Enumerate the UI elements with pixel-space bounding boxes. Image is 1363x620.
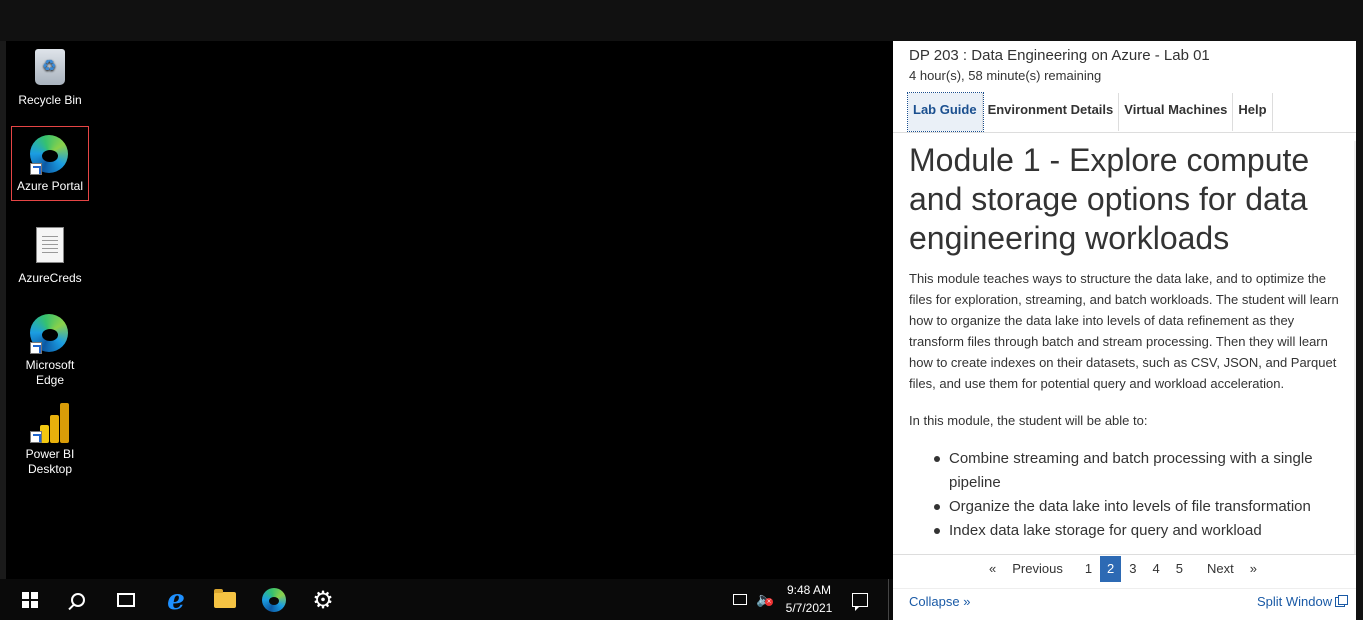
task-view-button[interactable]	[102, 579, 150, 620]
clock-date: 5/7/2021	[785, 601, 833, 615]
desktop-icon-label: Azure Portal	[16, 179, 84, 193]
page-1-button[interactable]: 1	[1077, 556, 1100, 582]
internet-explorer-icon: e	[167, 583, 185, 616]
edge-taskbar-button[interactable]	[250, 579, 298, 620]
page-4-button[interactable]: 4	[1145, 556, 1168, 582]
desktop-icon-label: AzureCreds	[18, 271, 82, 285]
lab-title: DP 203 : Data Engineering on Azure - Lab…	[909, 47, 1210, 64]
shortcut-arrow-icon	[30, 163, 42, 175]
task-view-icon	[117, 592, 135, 607]
volume-tray-button[interactable]: 🔈×	[756, 579, 773, 620]
desktop-icon-label: Microsoft Edge	[25, 358, 75, 387]
desktop-icon-label: Power BI Desktop	[25, 447, 75, 476]
tab-virtual-machines[interactable]: Virtual Machines	[1119, 93, 1234, 131]
lab-guide-panel: DP 203 : Data Engineering on Azure - Lab…	[893, 41, 1363, 620]
module-intro: This module teaches ways to structure th…	[909, 271, 1339, 391]
taskbar-divider	[888, 579, 889, 620]
window-edge	[1356, 41, 1363, 620]
desktop-icon-power-bi-desktop[interactable]: Power BI Desktop	[12, 403, 88, 477]
search-icon	[71, 592, 85, 607]
desktop-icon-microsoft-edge[interactable]: Microsoft Edge	[12, 314, 88, 388]
pager-divider	[893, 554, 1356, 555]
split-window-label: Split Window	[1257, 594, 1333, 609]
volume-muted-icon: 🔈×	[756, 592, 773, 608]
tabs-divider	[893, 132, 1356, 133]
settings-gear-icon: ⚙	[312, 585, 334, 614]
objectives-list: Combine streaming and batch processing w…	[909, 447, 1341, 543]
search-button[interactable]	[54, 579, 102, 620]
edge-icon	[262, 587, 286, 612]
list-item: Index data lake storage for query and wo…	[933, 519, 1341, 543]
desktop-icon-azure-portal[interactable]: Azure Portal	[11, 126, 89, 201]
split-window-icon	[1335, 594, 1349, 607]
tab-lab-guide[interactable]: Lab Guide	[907, 92, 984, 132]
list-item: Organize the data lake into levels of fi…	[933, 495, 1341, 519]
previous-page-button[interactable]: Previous	[1004, 556, 1071, 582]
last-page-button[interactable]: »	[1242, 556, 1265, 582]
remote-session-top-bar	[0, 0, 1363, 41]
system-clock[interactable]: 9:48 AM 5/7/2021	[780, 579, 838, 620]
page-5-button[interactable]: 5	[1168, 556, 1191, 582]
windows-start-icon	[22, 591, 38, 608]
shortcut-arrow-icon	[30, 342, 42, 354]
screen: Recycle Bin Azure Portal AzureCreds Micr…	[0, 0, 1363, 620]
network-tray-button[interactable]	[733, 579, 747, 620]
clock-time: 9:48 AM	[786, 583, 832, 597]
taskbar: e ⚙ 🔈× 9:48 AM 5/7/2021	[0, 579, 893, 620]
page-2-button[interactable]: 2	[1100, 556, 1122, 582]
objectives-intro: In this module, the student will be able…	[909, 413, 1148, 428]
text-file-icon	[36, 227, 64, 263]
network-icon	[733, 594, 747, 605]
desktop-icon-recycle-bin[interactable]: Recycle Bin	[12, 49, 88, 108]
file-explorer-icon	[214, 588, 236, 608]
notifications-icon	[852, 592, 868, 611]
settings-button[interactable]: ⚙	[299, 579, 347, 620]
page-3-button[interactable]: 3	[1121, 556, 1144, 582]
collapse-link[interactable]: Collapse »	[909, 594, 970, 609]
internet-explorer-button[interactable]: e	[152, 579, 200, 620]
shortcut-arrow-icon	[30, 431, 42, 443]
desktop[interactable]: Recycle Bin Azure Portal AzureCreds Micr…	[0, 41, 893, 579]
tab-help[interactable]: Help	[1233, 93, 1273, 131]
next-page-button[interactable]: Next	[1199, 556, 1242, 582]
list-item: Combine streaming and batch processing w…	[933, 447, 1341, 495]
desktop-icon-label: Recycle Bin	[18, 93, 82, 107]
time-remaining: 4 hour(s), 58 minute(s) remaining	[909, 68, 1102, 83]
footer-divider	[893, 588, 1356, 589]
lab-tabs: Lab Guide Environment Details Virtual Ma…	[907, 92, 1273, 132]
start-button[interactable]	[6, 579, 54, 620]
tab-environment-details[interactable]: Environment Details	[983, 93, 1120, 131]
lab-content[interactable]: Module 1 - Explore compute and storage o…	[909, 141, 1341, 554]
action-center-button[interactable]	[852, 579, 868, 620]
module-heading: Module 1 - Explore compute and storage o…	[909, 142, 1310, 256]
first-page-button[interactable]: «	[981, 556, 1004, 582]
split-window-link[interactable]: Split Window	[1257, 594, 1349, 609]
desktop-icon-azurecreds[interactable]: AzureCreds	[12, 227, 88, 286]
file-explorer-button[interactable]	[201, 579, 249, 620]
recycle-bin-icon	[35, 49, 65, 85]
pagination: « Previous 1 2 3 4 5 Next »	[981, 556, 1265, 582]
